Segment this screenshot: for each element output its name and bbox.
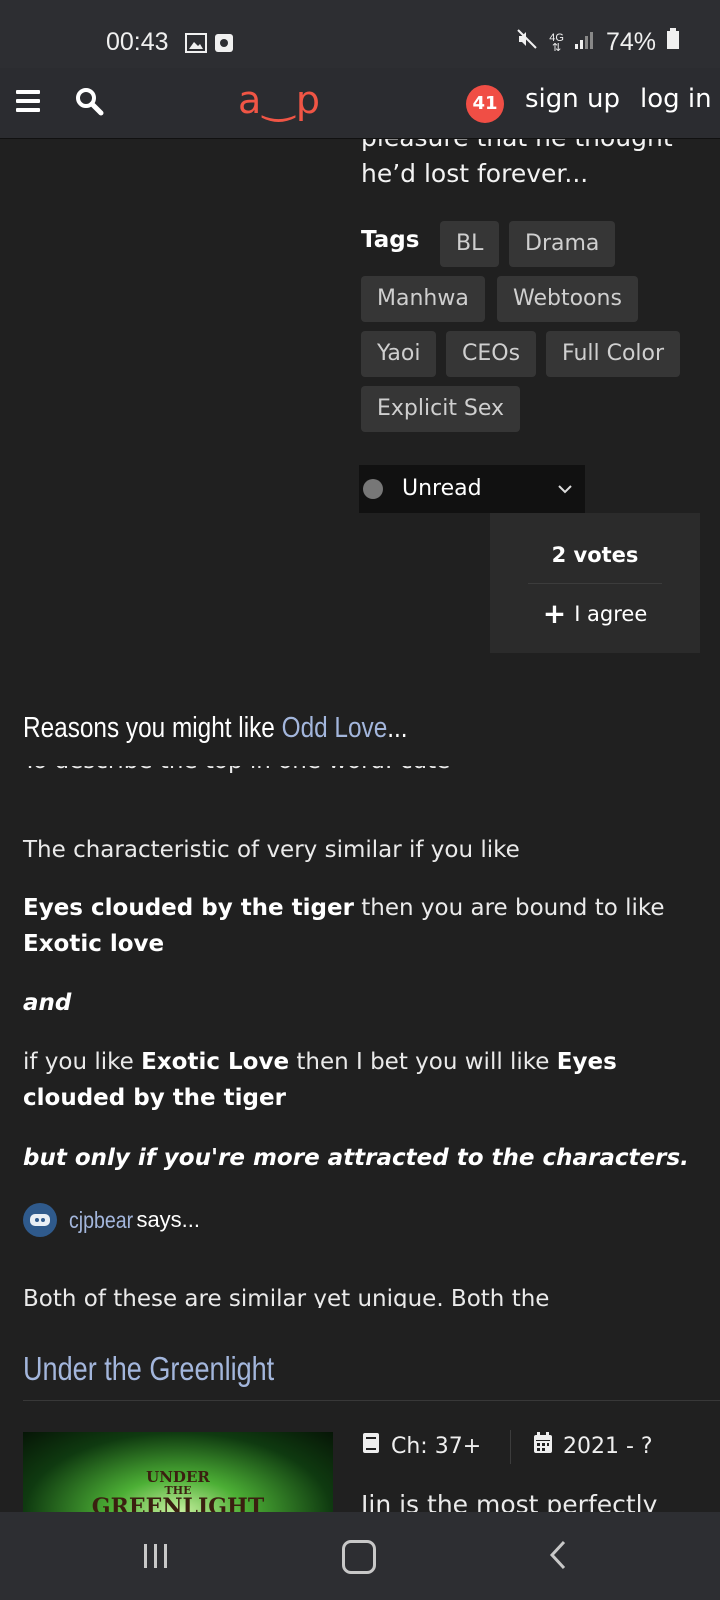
recommendation-title-link[interactable]: Under the Greenlight (23, 1350, 274, 1388)
signal-icon (574, 28, 596, 57)
menu-icon[interactable] (16, 90, 40, 114)
years-info: 2021 - ? (533, 1432, 653, 1460)
battery-percent: 74% (605, 28, 656, 56)
status-time: 00:43 (106, 28, 169, 56)
tag-yaoi[interactable]: Yaoi (361, 331, 437, 377)
plus-icon: + (542, 597, 567, 630)
notification-badge[interactable]: 41 (466, 85, 504, 123)
camera-notification-icon (214, 33, 234, 57)
tag-explicit-sex[interactable]: Explicit Sex (361, 386, 521, 432)
tag-manhwa[interactable]: Manhwa (361, 276, 485, 322)
tag-bl[interactable]: BL (440, 221, 500, 267)
reason-paragraph: The characteristic of very similar if yo… (23, 837, 520, 863)
reason-paragraph: Eyes clouded by the tiger then you are b… (23, 895, 665, 957)
home-icon[interactable] (342, 1540, 376, 1574)
app-header: a‿p 41 sign up log in (0, 68, 720, 139)
votes-count: 2 votes (551, 543, 639, 567)
login-link[interactable]: log in (640, 84, 712, 114)
tag-drama[interactable]: Drama (509, 221, 616, 267)
tags-label: Tags (361, 227, 420, 253)
tag-ceos[interactable]: CEOs (446, 331, 537, 377)
author-name[interactable]: cjpbear (69, 1207, 133, 1234)
chevron-down-icon (557, 465, 573, 513)
network-indicator: 4G ⇅ (549, 31, 564, 54)
clipped-text: Both of these are similar yet unique. Bo… (23, 1286, 550, 1308)
reason-paragraph: and (23, 990, 72, 1016)
signup-link[interactable]: sign up (525, 84, 620, 114)
tag-full-color[interactable]: Full Color (546, 331, 681, 377)
battery-icon (666, 28, 680, 57)
reasons-heading: Reasons you might like Odd Love... (23, 712, 408, 744)
reason-author[interactable]: cjpbear says... (23, 1202, 200, 1238)
book-icon (361, 1432, 381, 1460)
tag-webtoons[interactable]: Webtoons (497, 276, 638, 322)
cover-image[interactable]: UNDER THE GREENLIGHT (23, 1432, 333, 1512)
reason-paragraph: but only if you're more attracted to the… (23, 1145, 689, 1171)
recent-apps-icon[interactable] (141, 1542, 171, 1574)
gallery-icon (185, 33, 207, 57)
site-logo[interactable]: a‿p (238, 78, 322, 122)
status-dot-icon (363, 479, 383, 499)
chapters-info: Ch: 37+ (361, 1432, 481, 1460)
reason-paragraph: if you like Exotic Love then I bet you w… (23, 1049, 617, 1111)
votes-box: 2 votes + I agree (490, 513, 700, 653)
read-status-select[interactable]: Unread (359, 465, 585, 513)
agree-button[interactable]: + I agree (490, 597, 700, 630)
search-icon[interactable] (74, 86, 104, 120)
recommendation-description: Jin is the most perfectly (361, 1490, 658, 1512)
calendar-icon (533, 1432, 553, 1460)
status-right: 4G ⇅ 74% (515, 28, 680, 57)
status-bar: 00:43 4G ⇅ 74% (0, 0, 720, 68)
divider (23, 1400, 720, 1401)
system-nav-bar (0, 1512, 720, 1600)
avatar (23, 1203, 57, 1237)
manga-title-link[interactable]: Odd Love (282, 712, 388, 744)
divider (510, 1430, 511, 1464)
clipped-text: To describe the top in one word: cute (23, 766, 703, 786)
divider (528, 583, 662, 584)
back-icon[interactable] (548, 1540, 568, 1574)
mute-icon (515, 28, 539, 57)
